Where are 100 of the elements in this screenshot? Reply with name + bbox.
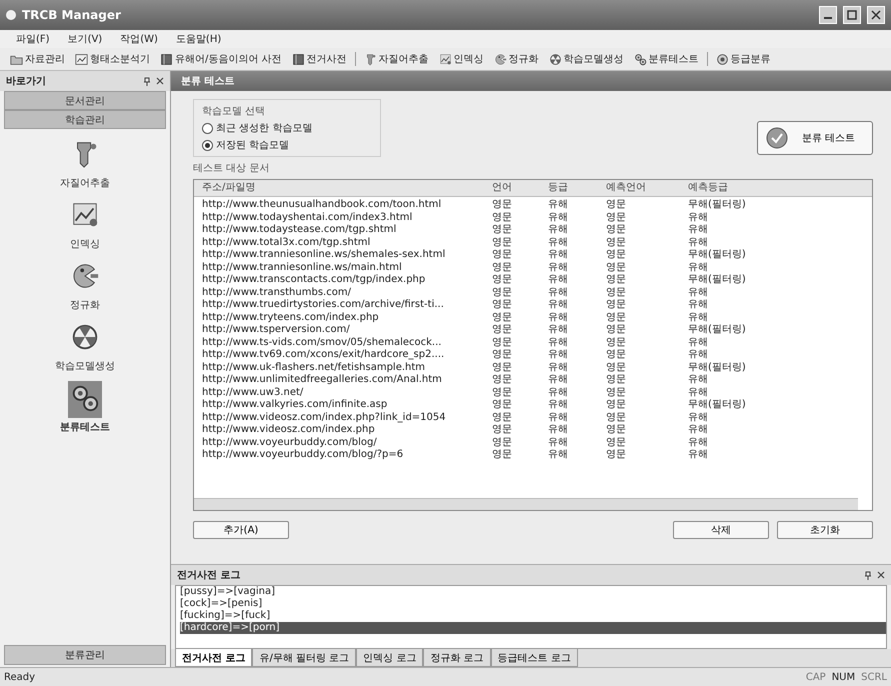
table-cell-text: 유해 <box>548 274 569 286</box>
book-icon <box>292 52 305 66</box>
app-icon <box>6 10 16 20</box>
table-cell-text: http://www.theunusualhandbook.com/toon.html <box>202 199 442 212</box>
table-cell-text: http://www.voyeurbuddy.com/blog/?p=6 <box>202 449 404 462</box>
document-tab[interactable]: 분류 테스트 <box>171 71 891 91</box>
toolbar-button[interactable]: 학습모델생성 <box>546 52 626 66</box>
toolbar-button[interactable]: 인덱싱 <box>436 52 486 66</box>
table-cell-text: 유해 <box>688 224 709 236</box>
add-button[interactable]: 추가(A) <box>193 521 289 539</box>
toolbar-button[interactable]: 유해어/동음이의어 사전 <box>158 52 284 66</box>
table-cell-text: http://www.todayshentai.com/index3.html <box>202 212 414 224</box>
toolbar-button[interactable]: 형태소분석기 <box>73 52 152 66</box>
table-cell-text: http://www.tranniesonline.ws/shemales-sex.html <box>202 249 446 262</box>
status-indicator: SCRL <box>861 672 887 682</box>
table-cell-text: 영문 <box>492 412 513 424</box>
table-cell-text: 영문 <box>606 286 627 299</box>
toolbar-button[interactable]: 등급분류 <box>714 52 773 66</box>
table-cell-text: 유해 <box>548 424 569 436</box>
table-cell-text: http://www.truedirtystories.com/archive/first-ti... <box>202 299 445 312</box>
radio-option[interactable]: 저장된 학습모델 <box>202 138 372 152</box>
table-cell-text: 유해 <box>548 262 569 274</box>
status-text: Ready <box>4 672 36 682</box>
menu-item[interactable]: 파일(F) <box>14 32 52 46</box>
table-cell-text: 무해(필터링) <box>688 362 747 374</box>
table-cell-text: http://www.uk-flashers.net/fetishsample.htm <box>202 362 426 374</box>
book-icon <box>160 52 173 66</box>
table-cell-text: 영문 <box>492 212 513 224</box>
close-icon[interactable] <box>877 571 885 579</box>
column-header[interactable]: 등급 <box>548 180 606 196</box>
table-cell-text: 영문 <box>606 212 627 224</box>
toolbar-button[interactable]: 자료관리 <box>8 52 67 66</box>
log-tab[interactable]: 정규화 로그 <box>423 649 491 667</box>
sidebar-item[interactable]: 인덱싱 <box>68 198 102 251</box>
gears-icon <box>70 383 100 413</box>
table-cell-text: 유해 <box>688 262 709 274</box>
table-cell-text: 유해 <box>548 449 569 462</box>
toolbar-button[interactable]: 분류테스트 <box>632 52 701 66</box>
minimize-button[interactable] <box>819 6 837 24</box>
classify-test-button[interactable]: 분류 테스트 <box>757 121 873 155</box>
close-icon[interactable] <box>156 77 164 85</box>
table-cell-text: 영문 <box>492 274 513 286</box>
reset-button[interactable]: 초기화 <box>777 521 873 539</box>
table-cell-text: 유해 <box>688 336 709 349</box>
toolbar-button[interactable]: 자질어추출 <box>362 52 431 66</box>
column-header[interactable]: 예측등급 <box>688 180 872 196</box>
column-header[interactable]: 언어 <box>492 180 548 196</box>
table-cell-text: 유해 <box>548 249 569 262</box>
maximize-icon <box>847 10 857 20</box>
panel-title: 전거사전 로그 <box>177 569 240 582</box>
radio-option[interactable]: 최근 생성한 학습모델 <box>202 121 372 135</box>
close-button[interactable] <box>867 6 885 24</box>
log-tab[interactable]: 등급테스트 로그 <box>490 649 578 667</box>
maximize-button[interactable] <box>843 6 861 24</box>
sidebar-group[interactable]: 학습관리 <box>4 110 166 129</box>
horizontal-scrollbar[interactable] <box>194 498 858 510</box>
table-cell-text: 영문 <box>492 236 513 249</box>
delete-button[interactable]: 삭제 <box>673 521 769 539</box>
log-tab[interactable]: 전거사전 로그 <box>175 649 252 667</box>
sidebar-item[interactable]: 정규화 <box>68 259 102 312</box>
table-cell-text: http://www.transcontacts.com/tgp/index.php <box>202 274 426 286</box>
table-cell-text: 유해 <box>688 412 709 424</box>
table-cell-text: 유해 <box>548 349 569 362</box>
column-header[interactable]: 예측언어 <box>606 180 688 196</box>
table-cell-text: 영문 <box>606 412 627 424</box>
table-cell-text: http://www.todaystease.com/tgp.shtml <box>202 224 398 236</box>
pin-icon[interactable] <box>864 570 872 580</box>
status-indicator: CAP <box>806 672 826 682</box>
toolbar-button[interactable]: 정규화 <box>492 52 541 66</box>
log-line[interactable]: [fucking]=>[fuck] <box>180 610 886 622</box>
log-tab[interactable]: 유/무해 필터링 로그 <box>252 649 356 667</box>
sidebar-item[interactable]: 자질어추출 <box>60 137 110 190</box>
table-cell-text: 영문 <box>606 262 627 274</box>
chart-icon <box>75 52 88 66</box>
table-cell-text: 영문 <box>492 299 513 312</box>
table-cell-text: http://www.ts-vids.com/smov/05/shemalecock... <box>202 336 442 349</box>
sidebar-item[interactable]: 분류테스트 <box>60 381 110 434</box>
image-chart-icon <box>438 52 452 66</box>
column-header[interactable]: 주소/파일명 <box>202 180 492 196</box>
log-line[interactable]: [pussy]=>[vagina] <box>180 586 886 598</box>
menu-item[interactable]: 보기(V) <box>66 32 104 46</box>
sidebar-group[interactable]: 문서관리 <box>4 91 166 110</box>
sidebar-group[interactable]: 분류관리 <box>4 645 166 665</box>
table-cell-text: 유해 <box>548 412 569 424</box>
table-cell-text: http://www.total3x.com/tgp.shtml <box>202 236 372 249</box>
toolbar-button[interactable]: 전거사전 <box>290 52 349 66</box>
menu-item[interactable]: 작업(W) <box>118 32 160 46</box>
menu-item[interactable]: 도움말(H) <box>174 32 224 46</box>
sidebar-item[interactable]: 학습모델생성 <box>55 320 115 373</box>
log-tab[interactable]: 인덱싱 로그 <box>356 649 424 667</box>
pin-icon[interactable] <box>143 76 151 86</box>
table-cell-text: 영문 <box>606 236 627 249</box>
table-cell-text: 무해(필터링) <box>688 199 747 212</box>
table-cell-text: 영문 <box>492 349 513 362</box>
table-cell-text: 영문 <box>492 449 513 462</box>
log-line[interactable]: [cock]=>[penis] <box>180 598 886 610</box>
table-cell-text: 유해 <box>688 312 709 324</box>
trefoil-icon <box>70 322 100 352</box>
table-cell-text: 영문 <box>606 336 627 349</box>
table-cell-text: http://www.tryteens.com/index.php <box>202 312 380 324</box>
